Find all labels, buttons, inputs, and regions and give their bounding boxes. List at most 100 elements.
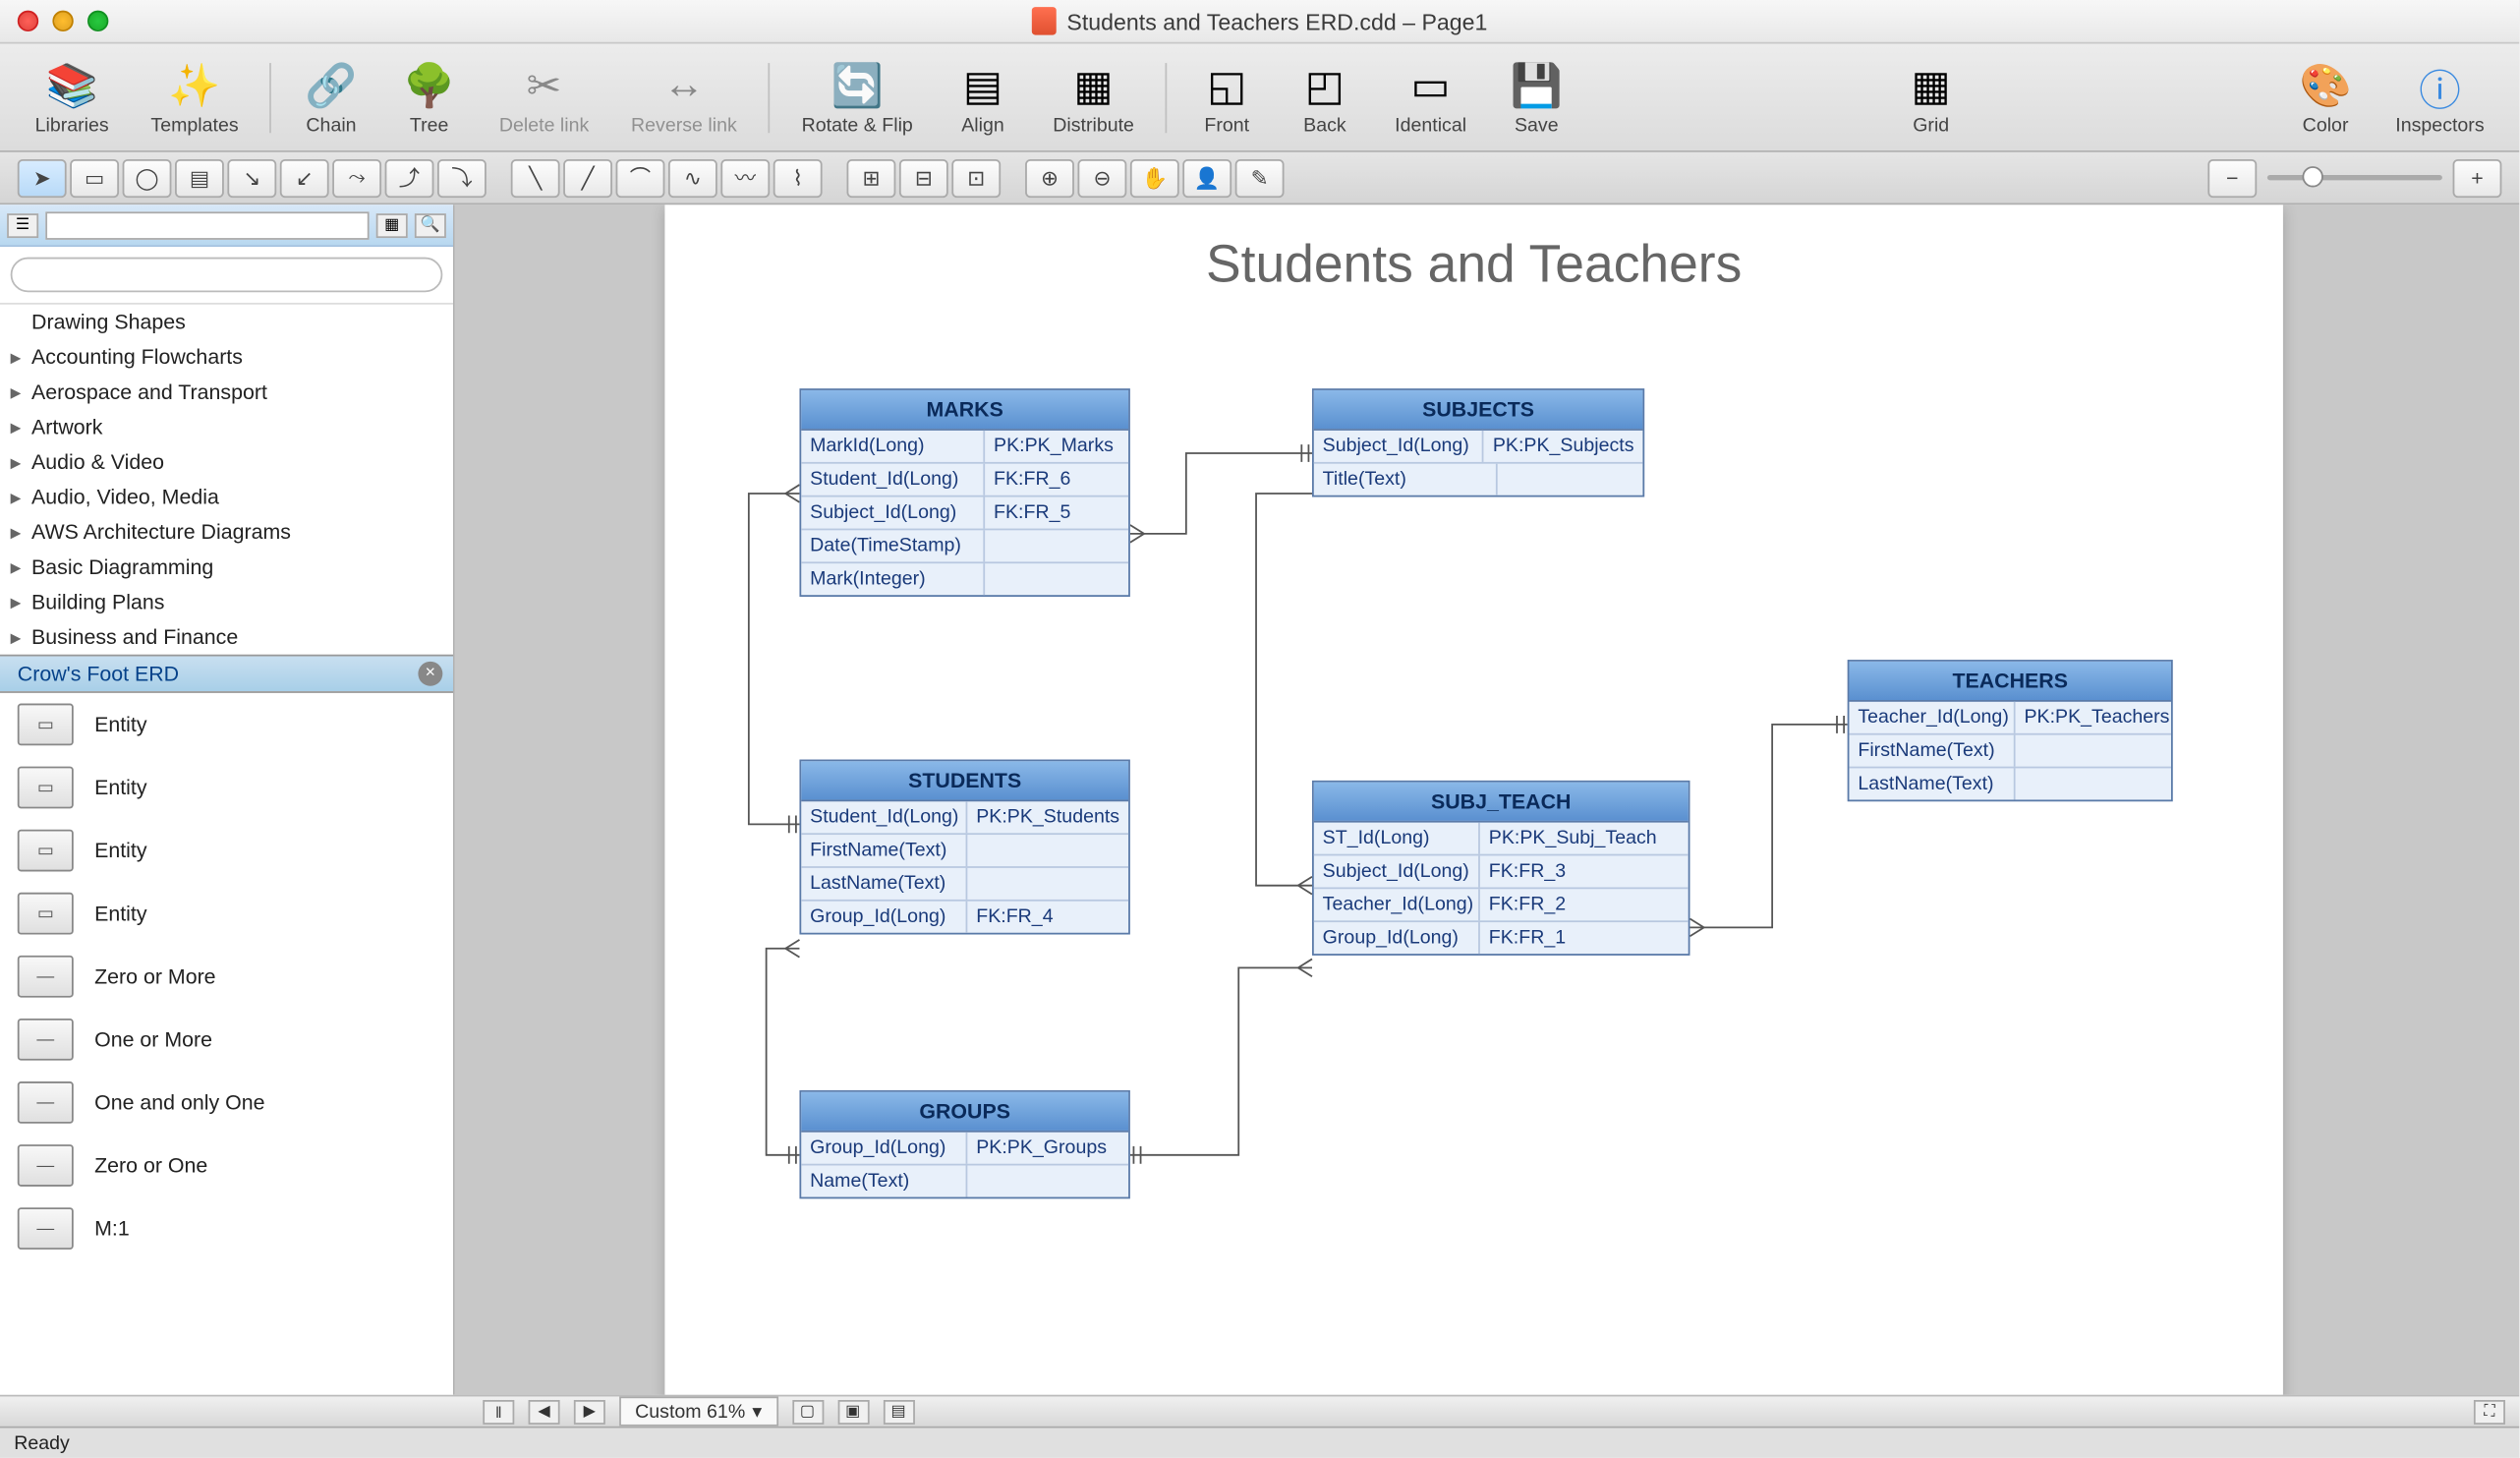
view-mode-2[interactable]: ▣ bbox=[837, 1399, 869, 1424]
close-button[interactable] bbox=[18, 11, 38, 31]
view-mode-3[interactable]: ▤ bbox=[883, 1399, 914, 1424]
pointer-tool[interactable]: ➤ bbox=[18, 158, 67, 197]
entity-row: ST_Id(Long)PK:PK_Subj_Teach bbox=[1314, 823, 1689, 856]
shape-thumb-icon: ▭ bbox=[18, 893, 74, 935]
zoom-out-tool[interactable]: ⊖ bbox=[1077, 158, 1126, 197]
shape-item[interactable]: —One and only One bbox=[0, 1071, 453, 1134]
sidebar-tree-icon[interactable]: ☰ bbox=[7, 212, 38, 237]
category-item[interactable]: Building Plans bbox=[0, 585, 453, 620]
category-item[interactable]: Accounting Flowcharts bbox=[0, 339, 453, 375]
connector-tool-5[interactable]: ⤵ bbox=[437, 158, 487, 197]
entity-header: SUBJ_TEACH bbox=[1314, 783, 1689, 823]
shape-item[interactable]: ▭Entity bbox=[0, 882, 453, 945]
delete-link-button[interactable]: ✂Delete link bbox=[482, 54, 606, 140]
snap-tool-1[interactable]: ⊞ bbox=[847, 158, 896, 197]
pager-next-icon[interactable]: ▶ bbox=[574, 1399, 605, 1424]
pager-prev-icon[interactable]: ◀ bbox=[529, 1399, 560, 1424]
entity-key bbox=[2016, 735, 2171, 767]
entity-row: Group_Id(Long)FK:FR_4 bbox=[801, 902, 1128, 933]
sidebar-search-icon[interactable]: 🔍 bbox=[415, 212, 446, 237]
category-item[interactable]: AWS Architecture Diagrams bbox=[0, 514, 453, 550]
inspectors-button[interactable]: ⓘInspectors bbox=[2377, 54, 2501, 140]
connector-tool-4[interactable]: ⤴ bbox=[385, 158, 434, 197]
shape-item[interactable]: —Zero or More bbox=[0, 945, 453, 1008]
fit-icon[interactable]: ⛶ bbox=[2474, 1399, 2505, 1424]
front-button[interactable]: ◱Front bbox=[1181, 54, 1273, 140]
text-tool[interactable]: ▤ bbox=[175, 158, 224, 197]
entity-subj-teach[interactable]: SUBJ_TEACHST_Id(Long)PK:PK_Subj_TeachSub… bbox=[1312, 781, 1690, 956]
rotate-flip-button[interactable]: 🔄Rotate & Flip bbox=[784, 54, 931, 140]
shape-item[interactable]: ▭Entity bbox=[0, 756, 453, 819]
shape-label: One or More bbox=[94, 1027, 212, 1052]
templates-button[interactable]: ✨Templates bbox=[134, 54, 257, 140]
active-library-header[interactable]: Crow's Foot ERD × bbox=[0, 655, 453, 693]
entity-marks[interactable]: MARKSMarkId(Long)PK:PK_MarksStudent_Id(L… bbox=[799, 388, 1129, 597]
select-tool[interactable]: 👤 bbox=[1182, 158, 1231, 197]
shape-item[interactable]: ▭Entity bbox=[0, 819, 453, 882]
minimize-button[interactable] bbox=[52, 11, 73, 31]
grid-button[interactable]: ▦Grid bbox=[1885, 54, 1976, 140]
arc-tool[interactable]: ⌒ bbox=[616, 158, 665, 197]
entity-students[interactable]: STUDENTSStudent_Id(Long)PK:PK_StudentsFi… bbox=[799, 760, 1129, 935]
entity-key bbox=[985, 563, 1128, 595]
entity-header: GROUPS bbox=[801, 1092, 1128, 1133]
entity-column: Student_Id(Long) bbox=[801, 464, 985, 496]
library-search-input[interactable] bbox=[11, 258, 443, 293]
chain-button[interactable]: 🔗Chain bbox=[286, 54, 377, 140]
zoom-button[interactable] bbox=[87, 11, 108, 31]
entity-column: Group_Id(Long) bbox=[801, 1133, 967, 1164]
curve-tool-1[interactable]: ∿ bbox=[668, 158, 717, 197]
zoom-selector[interactable]: Custom 61% ▾ bbox=[619, 1396, 777, 1426]
close-library-icon[interactable]: × bbox=[418, 662, 442, 686]
connector-tool-3[interactable]: ⤳ bbox=[332, 158, 381, 197]
shape-item[interactable]: —One or More bbox=[0, 1008, 453, 1071]
align-button[interactable]: ▤Align bbox=[938, 54, 1029, 140]
zoom-in-tool[interactable]: ⊕ bbox=[1025, 158, 1074, 197]
connector-tool-1[interactable]: ↘ bbox=[227, 158, 276, 197]
category-item[interactable]: Basic Diagramming bbox=[0, 550, 453, 585]
entity-row: Subject_Id(Long)PK:PK_Subjects bbox=[1314, 431, 1643, 464]
back-button[interactable]: ◰Back bbox=[1280, 54, 1371, 140]
main-toolbar: 📚Libraries ✨Templates 🔗Chain 🌳Tree ✂Dele… bbox=[0, 44, 2519, 152]
shape-item[interactable]: —Zero or One bbox=[0, 1134, 453, 1196]
ellipse-tool[interactable]: ◯ bbox=[123, 158, 172, 197]
zoom-slider[interactable] bbox=[2267, 175, 2442, 180]
sidebar-grid-icon[interactable]: ▦ bbox=[376, 212, 408, 237]
line-tool-2[interactable]: ╱ bbox=[563, 158, 612, 197]
entity-key: PK:PK_Groups bbox=[967, 1133, 1128, 1164]
curve-tool-2[interactable]: 〰 bbox=[720, 158, 770, 197]
color-button[interactable]: 🎨Color bbox=[2280, 54, 2372, 140]
curve-tool-3[interactable]: ⌇ bbox=[773, 158, 823, 197]
sidebar-filter-input[interactable] bbox=[45, 210, 369, 238]
distribute-button[interactable]: ▦Distribute bbox=[1035, 54, 1151, 140]
shape-item[interactable]: —M:1 bbox=[0, 1197, 453, 1260]
reverse-link-button[interactable]: ↔Reverse link bbox=[613, 54, 754, 140]
category-drawing-shapes[interactable]: Drawing Shapes bbox=[0, 305, 453, 340]
identical-button[interactable]: ▭Identical bbox=[1377, 54, 1484, 140]
connector-tool-2[interactable]: ↙ bbox=[280, 158, 329, 197]
entity-teachers[interactable]: TEACHERSTeacher_Id(Long)PK:PK_TeachersFi… bbox=[1848, 660, 2173, 801]
tree-button[interactable]: 🌳Tree bbox=[383, 54, 475, 140]
entity-subjects[interactable]: SUBJECTSSubject_Id(Long)PK:PK_SubjectsTi… bbox=[1312, 388, 1644, 496]
eyedropper-tool[interactable]: ✎ bbox=[1235, 158, 1285, 197]
zoom-in-icon[interactable]: + bbox=[2453, 158, 2502, 197]
zoom-out-icon[interactable]: − bbox=[2207, 158, 2257, 197]
view-mode-1[interactable]: ▢ bbox=[791, 1399, 823, 1424]
category-item[interactable]: Aerospace and Transport bbox=[0, 375, 453, 410]
category-item[interactable]: Business and Finance bbox=[0, 619, 453, 655]
category-item[interactable]: Audio & Video bbox=[0, 444, 453, 480]
shape-item[interactable]: ▭Entity bbox=[0, 693, 453, 756]
pager-first-icon[interactable]: ‖ bbox=[483, 1399, 514, 1424]
rect-tool[interactable]: ▭ bbox=[70, 158, 119, 197]
snap-tool-2[interactable]: ⊟ bbox=[899, 158, 948, 197]
category-item[interactable]: Audio, Video, Media bbox=[0, 480, 453, 515]
line-tool-1[interactable]: ╲ bbox=[511, 158, 560, 197]
entity-key: PK:PK_Students bbox=[967, 801, 1128, 833]
canvas-area[interactable]: Students and Teachers bbox=[455, 204, 2519, 1394]
libraries-button[interactable]: 📚Libraries bbox=[18, 54, 127, 140]
save-button[interactable]: 💾Save bbox=[1491, 54, 1582, 140]
snap-tool-3[interactable]: ⊡ bbox=[951, 158, 1001, 197]
pan-tool[interactable]: ✋ bbox=[1130, 158, 1179, 197]
category-item[interactable]: Artwork bbox=[0, 410, 453, 445]
entity-groups[interactable]: GROUPSGroup_Id(Long)PK:PK_GroupsName(Tex… bbox=[799, 1090, 1129, 1198]
